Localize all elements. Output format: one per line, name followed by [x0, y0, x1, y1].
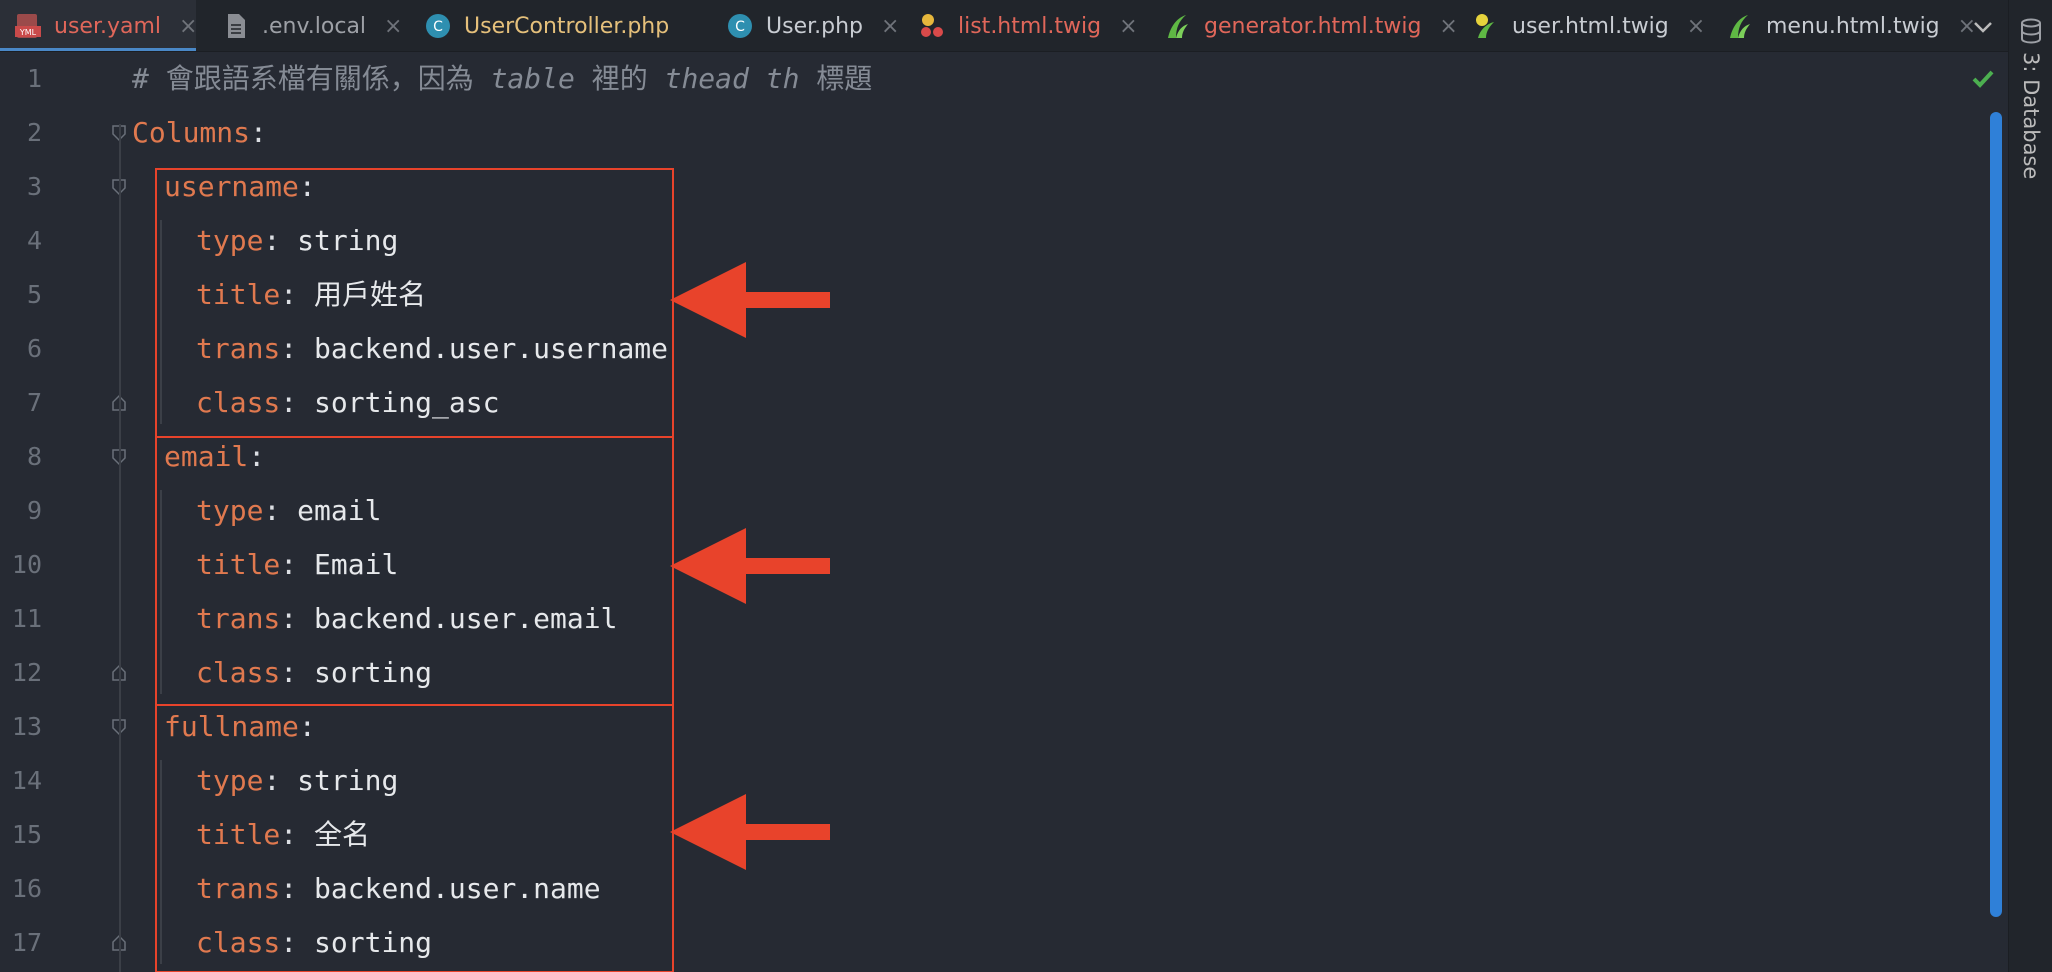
tab-usercontroller-php[interactable]: C UserController.php: [416, 0, 716, 51]
tab-label: user.yaml: [54, 13, 162, 39]
annotation-arrow: [670, 262, 830, 338]
tab-user-yaml[interactable]: YML user.yaml ×: [0, 0, 197, 51]
svg-text:C: C: [735, 19, 745, 35]
twig-file-icon: [1164, 12, 1192, 40]
tab-label: menu.html.twig: [1766, 13, 1940, 39]
editor-tab-bar: YML user.yaml × .env.local × C UserContr…: [0, 0, 2008, 52]
twig-file-icon: [1726, 12, 1754, 40]
indent-guide: [160, 220, 162, 424]
indent-guide: [160, 760, 162, 964]
comment-keyword: table: [490, 62, 575, 95]
line-number: 9: [26, 496, 42, 525]
line-number: 7: [26, 388, 42, 417]
close-icon[interactable]: ×: [1439, 14, 1457, 39]
twig-file-icon: [918, 12, 946, 40]
line-number: 12: [11, 658, 42, 687]
line-number: 5: [26, 280, 42, 309]
indent-guide: [160, 490, 162, 694]
yaml-file-icon: YML: [14, 12, 42, 40]
tab-label: generator.html.twig: [1204, 13, 1422, 39]
tab-user-html-twig[interactable]: user.html.twig ×: [1466, 0, 1716, 51]
line-number: 17: [11, 928, 42, 957]
tab-label: list.html.twig: [958, 13, 1102, 39]
line-number: 6: [26, 334, 42, 363]
tab-label: User.php: [766, 13, 863, 39]
line-number: 10: [11, 550, 42, 579]
yaml-colon: :: [250, 116, 267, 149]
close-icon[interactable]: ×: [179, 14, 197, 39]
line-number: 2: [26, 118, 42, 147]
tab-label: .env.local: [262, 13, 367, 39]
twig-file-icon: [1472, 12, 1500, 40]
yaml-key-root: Columns: [132, 116, 251, 149]
line-number: 13: [11, 712, 42, 741]
code-line[interactable]: # 會跟語系檔有關係，因為 table 裡的 thead th 標題: [132, 52, 872, 106]
inspection-ok-icon[interactable]: [1970, 66, 1996, 92]
tab-user-php[interactable]: C User.php ×: [718, 0, 899, 51]
code-editor[interactable]: 1 2 3 4 5 6 7 8 9 10 11 12 13 14 15 16 17 # 會跟語系檔有關係，因為 …: [0, 52, 2008, 972]
code-comment: # 會跟語系檔有關係，因為 table 裡的 thead th 標題: [132, 62, 873, 95]
close-icon[interactable]: ×: [881, 14, 899, 39]
right-tool-strip: 3: Database: [2008, 0, 2052, 972]
close-icon[interactable]: ×: [384, 14, 402, 39]
comment-keyword: thead th: [664, 62, 800, 95]
svg-text:C: C: [433, 19, 443, 35]
line-number: 14: [11, 766, 42, 795]
annotation-box-fullname: [155, 704, 674, 972]
line-number-gutter: 1 2 3 4 5 6 7 8 9 10 11 12 13 14 15 16 17: [0, 52, 110, 972]
indent-guide: [119, 124, 121, 972]
line-number: 15: [11, 820, 42, 849]
close-icon[interactable]: ×: [1687, 14, 1705, 39]
text-file-icon: [222, 12, 250, 40]
php-class-icon: C: [424, 12, 452, 40]
line-number: 3: [26, 172, 42, 201]
svg-text:YML: YML: [19, 28, 37, 37]
line-number: 16: [11, 874, 42, 903]
database-tool-window-button[interactable]: 3: Database: [2019, 52, 2043, 179]
line-number: 11: [11, 604, 42, 633]
tab-menu-html-twig[interactable]: menu.html.twig ×: [1720, 0, 1976, 51]
code-line[interactable]: Columns:: [132, 106, 267, 160]
annotation-box-email: [155, 436, 674, 706]
line-number: 1: [26, 64, 42, 93]
chevron-down-icon[interactable]: [1968, 12, 1998, 42]
database-icon[interactable]: [2020, 18, 2042, 44]
php-class-icon: C: [726, 12, 754, 40]
annotation-box-username: [155, 168, 674, 438]
tab-label: UserController.php: [464, 13, 670, 39]
close-icon[interactable]: ×: [1119, 14, 1137, 39]
line-number: 8: [26, 442, 42, 471]
line-number: 4: [26, 226, 42, 255]
annotation-arrow: [670, 528, 830, 604]
tab-label: user.html.twig: [1512, 13, 1669, 39]
annotation-arrow: [670, 794, 830, 870]
tab-env-local[interactable]: .env.local ×: [208, 0, 414, 51]
tab-list-html-twig[interactable]: list.html.twig ×: [910, 0, 1138, 51]
vertical-scrollbar[interactable]: [1990, 112, 2002, 917]
tab-generator-html-twig[interactable]: generator.html.twig ×: [1158, 0, 1458, 51]
